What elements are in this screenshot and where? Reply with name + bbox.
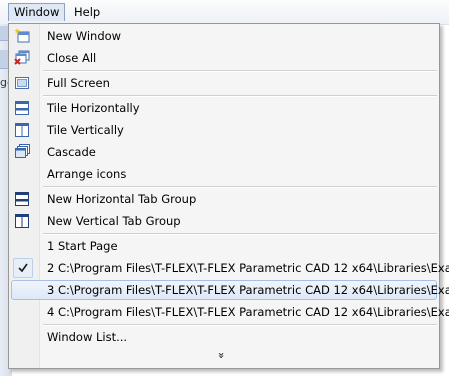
cascade-icon: [15, 144, 30, 158]
menu-item-new-window[interactable]: New Window: [11, 26, 437, 46]
menu-item-label: Tile Vertically: [47, 123, 124, 137]
menu-item-label: Close All: [47, 51, 97, 65]
menu-item-new-horizontal-tab-group[interactable]: New Horizontal Tab Group: [11, 189, 437, 209]
new-window-icon: [14, 28, 30, 43]
menu-item-label: New Horizontal Tab Group: [47, 192, 197, 206]
menu-item-label: 1 Start Page: [47, 239, 118, 253]
menu-bar: Window Help: [0, 0, 449, 25]
menu-item-document-1[interactable]: 1 Start Page: [11, 236, 437, 256]
menu-item-new-vertical-tab-group[interactable]: New Vertical Tab Group: [11, 211, 437, 231]
menu-separator: [43, 186, 437, 188]
menu-separator: [43, 324, 437, 326]
menu-item-label: 4 C:\Program Files\T-FLEX\T-FLEX Paramet…: [47, 305, 449, 319]
menu-item-label: 3 C:\Program Files\T-FLEX\T-FLEX Paramet…: [47, 283, 449, 297]
menu-item-document-4[interactable]: 4 C:\Program Files\T-FLEX\T-FLEX Paramet…: [11, 302, 449, 322]
horizontal-tab-group-icon: [15, 192, 29, 206]
checkmark-icon: [13, 258, 33, 278]
menu-item-cascade[interactable]: Cascade: [11, 142, 437, 162]
menu-item-label: 2 C:\Program Files\T-FLEX\T-FLEX Paramet…: [47, 261, 449, 275]
menu-separator: [43, 233, 437, 235]
menu-item-label: New Window: [47, 29, 122, 43]
menu-help[interactable]: Help: [69, 3, 105, 21]
expand-menu-chevron-icon[interactable]: »: [214, 349, 228, 362]
menu-item-arrange-icons[interactable]: Arrange icons: [11, 164, 437, 184]
vertical-tab-group-icon: [15, 214, 29, 228]
menu-separator: [43, 70, 437, 72]
chevron-down-icon: »: [214, 352, 228, 359]
menu-separator: [43, 95, 437, 97]
menu-item-document-3[interactable]: 3 C:\Program Files\T-FLEX\T-FLEX Paramet…: [11, 280, 449, 300]
menu-item-tile-vertically[interactable]: Tile Vertically: [11, 120, 437, 140]
full-screen-icon: [15, 77, 29, 89]
menu-item-tile-horizontally[interactable]: Tile Horizontally: [11, 98, 437, 118]
menu-item-label: Tile Horizontally: [47, 101, 140, 115]
menu-item-window-list[interactable]: Window List...: [11, 327, 437, 347]
menu-item-label: New Vertical Tab Group: [47, 214, 181, 228]
menu-item-close-all[interactable]: Close All: [11, 48, 437, 68]
menu-item-label: Full Screen: [47, 76, 110, 90]
menu-item-full-screen[interactable]: Full Screen: [11, 73, 437, 93]
menu-item-label: Cascade: [47, 145, 96, 159]
tile-vertically-icon: [15, 123, 29, 137]
tile-horizontally-icon: [15, 101, 29, 115]
close-all-icon: [14, 50, 30, 65]
menu-window[interactable]: Window: [8, 3, 66, 21]
menu-item-document-2[interactable]: 2 C:\Program Files\T-FLEX\T-FLEX Paramet…: [11, 258, 449, 278]
menu-item-label: Arrange icons: [47, 167, 127, 181]
menu-item-label: Window List...: [47, 330, 128, 344]
window-menu-dropdown: New Window Close All Full Screen Tile Ho…: [8, 23, 449, 369]
